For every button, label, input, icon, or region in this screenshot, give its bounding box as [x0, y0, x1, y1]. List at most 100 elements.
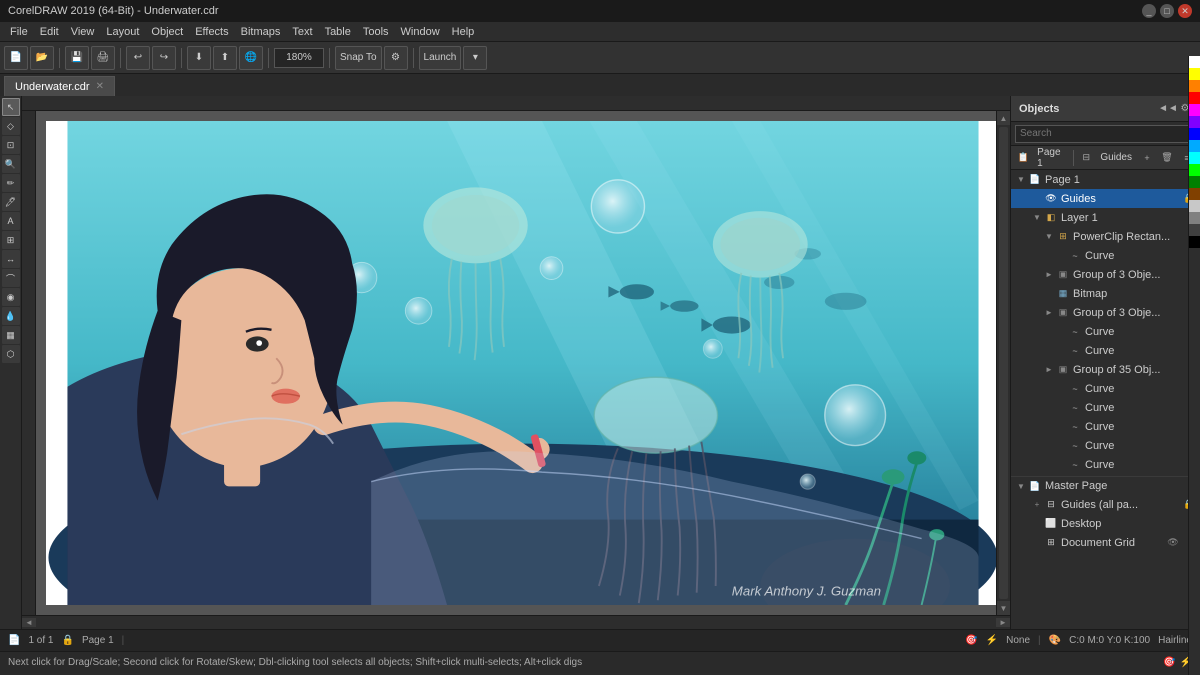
- tab-close-button[interactable]: ✕: [96, 81, 104, 92]
- zoom-input[interactable]: [274, 48, 324, 68]
- new-layer-button[interactable]: +: [1138, 149, 1156, 167]
- tree-arrow-masterpage[interactable]: ▼: [1015, 480, 1027, 492]
- menu-help[interactable]: Help: [446, 24, 481, 40]
- vscroll-thumb[interactable]: [999, 127, 1008, 599]
- menu-tools[interactable]: Tools: [357, 24, 395, 40]
- color-white[interactable]: [1189, 56, 1200, 68]
- table-tool[interactable]: ⊞: [2, 231, 20, 249]
- color-blue[interactable]: [1189, 128, 1200, 140]
- vscroll-up-button[interactable]: ▲: [997, 111, 1010, 125]
- connector-tool[interactable]: ⌒: [2, 269, 20, 287]
- export-button[interactable]: ⬆: [213, 46, 237, 70]
- tree-item-bitmap[interactable]: ▦ Bitmap: [1011, 284, 1200, 303]
- vertical-scrollbar[interactable]: ▲ ▼: [996, 111, 1010, 615]
- zoom-tool[interactable]: 🔍: [2, 155, 20, 173]
- menu-file[interactable]: File: [4, 24, 34, 40]
- tree-item-curve3[interactable]: ~ Curve: [1011, 341, 1200, 360]
- publish-button[interactable]: 🌐: [239, 46, 263, 70]
- tree-item-group3obj2[interactable]: ► ▣ Group of 3 Obje...: [1011, 303, 1200, 322]
- interactive-fill[interactable]: ▦: [2, 326, 20, 344]
- launch-dropdown[interactable]: ▾: [463, 46, 487, 70]
- vscroll-down-button[interactable]: ▼: [997, 601, 1010, 615]
- color-dark-gray[interactable]: [1189, 224, 1200, 236]
- tree-item-curve2[interactable]: ~ Curve: [1011, 322, 1200, 341]
- launch-button[interactable]: Launch: [419, 46, 462, 70]
- grid-visibility-icon[interactable]: 👁: [1166, 536, 1180, 550]
- file-tab[interactable]: Underwater.cdr ✕: [4, 76, 115, 96]
- canvas-viewport[interactable]: Mark Anthony J. Guzman ▲ ▼: [36, 111, 1010, 615]
- minimize-button[interactable]: _: [1142, 4, 1156, 18]
- color-brown[interactable]: [1189, 188, 1200, 200]
- select-tool[interactable]: ↖: [2, 98, 20, 116]
- tree-item-guides-all[interactable]: + ⊟ Guides (all pa... 🔒: [1011, 495, 1200, 514]
- fill-tool[interactable]: ◉: [2, 288, 20, 306]
- window-controls[interactable]: _ □ ✕: [1142, 4, 1192, 18]
- color-dark-green[interactable]: [1189, 176, 1200, 188]
- color-light-gray[interactable]: [1189, 200, 1200, 212]
- menu-effects[interactable]: Effects: [189, 24, 234, 40]
- hscroll-left-button[interactable]: ◄: [22, 618, 36, 627]
- hscroll-right-button[interactable]: ►: [996, 618, 1010, 627]
- shape-tool[interactable]: ◇: [2, 117, 20, 135]
- crop-tool[interactable]: ⊡: [2, 136, 20, 154]
- redo-button[interactable]: ↪: [152, 46, 176, 70]
- import-button[interactable]: ⬇: [187, 46, 211, 70]
- color-orange[interactable]: [1189, 80, 1200, 92]
- tree-arrow-group3obj2[interactable]: ►: [1043, 307, 1055, 319]
- undo-button[interactable]: ↩: [126, 46, 150, 70]
- tree-item-curve4[interactable]: ~ Curve: [1011, 379, 1200, 398]
- tree-item-guides[interactable]: 👁 Guides 🔒: [1011, 189, 1200, 208]
- print-button[interactable]: 🖨: [91, 46, 115, 70]
- color-eyedropper[interactable]: 💧: [2, 307, 20, 325]
- maximize-button[interactable]: □: [1160, 4, 1174, 18]
- menu-table[interactable]: Table: [319, 24, 357, 40]
- tree-arrow-group35obj[interactable]: ►: [1043, 364, 1055, 376]
- tree-item-curve1[interactable]: ~ Curve: [1011, 246, 1200, 265]
- tree-arrow-layer1[interactable]: ▼: [1031, 212, 1043, 224]
- color-gray[interactable]: [1189, 212, 1200, 224]
- dimension-tool[interactable]: ↔: [2, 250, 20, 268]
- tree-item-curve8[interactable]: ~ Curve: [1011, 455, 1200, 474]
- freehand-tool[interactable]: ✏: [2, 174, 20, 192]
- menu-layout[interactable]: Layout: [100, 24, 145, 40]
- tree-item-desktop[interactable]: ⬜ Desktop: [1011, 514, 1200, 533]
- panel-left-arrow[interactable]: ◄◄: [1161, 102, 1175, 116]
- color-magenta[interactable]: [1189, 104, 1200, 116]
- objects-search-input[interactable]: [1015, 125, 1196, 143]
- color-cyan-blue[interactable]: [1189, 140, 1200, 152]
- color-violet[interactable]: [1189, 116, 1200, 128]
- text-tool[interactable]: A: [2, 212, 20, 230]
- tree-item-docgrid[interactable]: ⊞ Document Grid 👁 |: [1011, 533, 1200, 552]
- close-button[interactable]: ✕: [1178, 4, 1192, 18]
- color-palette-strip[interactable]: [1188, 56, 1200, 675]
- menu-text[interactable]: Text: [286, 24, 318, 40]
- tree-item-layer1[interactable]: ▼ ◧ Layer 1: [1011, 208, 1200, 227]
- tree-item-group3obj1[interactable]: ► ▣ Group of 3 Obje...: [1011, 265, 1200, 284]
- tree-item-curve6[interactable]: ~ Curve: [1011, 417, 1200, 436]
- color-yellow[interactable]: [1189, 68, 1200, 80]
- tree-item-masterpage[interactable]: ▼ 📄 Master Page: [1011, 476, 1200, 495]
- tree-arrow-group3obj1[interactable]: ►: [1043, 269, 1055, 281]
- tree-item-powerclip[interactable]: ▼ ⊞ PowerClip Rectan...: [1011, 227, 1200, 246]
- new-button[interactable]: 📄: [4, 46, 28, 70]
- tree-arrow-powerclip[interactable]: ▼: [1043, 231, 1055, 243]
- delete-layer-button[interactable]: 🗑: [1158, 149, 1176, 167]
- menu-edit[interactable]: Edit: [34, 24, 65, 40]
- blend-tool[interactable]: ⬡: [2, 345, 20, 363]
- color-red[interactable]: [1189, 92, 1200, 104]
- tree-arrow-page1[interactable]: ▼: [1015, 174, 1027, 186]
- artwork-canvas[interactable]: Mark Anthony J. Guzman: [46, 121, 1000, 605]
- tree-item-group35obj[interactable]: ► ▣ Group of 35 Obj...: [1011, 360, 1200, 379]
- tree-item-curve5[interactable]: ~ Curve: [1011, 398, 1200, 417]
- tree-item-page1[interactable]: ▼ 📄 Page 1: [1011, 170, 1200, 189]
- tree-item-curve7[interactable]: ~ Curve: [1011, 436, 1200, 455]
- menu-view[interactable]: View: [65, 24, 101, 40]
- snap-settings-button[interactable]: ⚙: [384, 46, 408, 70]
- save-button[interactable]: 💾: [65, 46, 89, 70]
- menu-bitmaps[interactable]: Bitmaps: [235, 24, 287, 40]
- color-black[interactable]: [1189, 236, 1200, 248]
- open-button[interactable]: 📂: [30, 46, 54, 70]
- color-green[interactable]: [1189, 164, 1200, 176]
- pen-tool[interactable]: 🖊: [2, 193, 20, 211]
- color-cyan[interactable]: [1189, 152, 1200, 164]
